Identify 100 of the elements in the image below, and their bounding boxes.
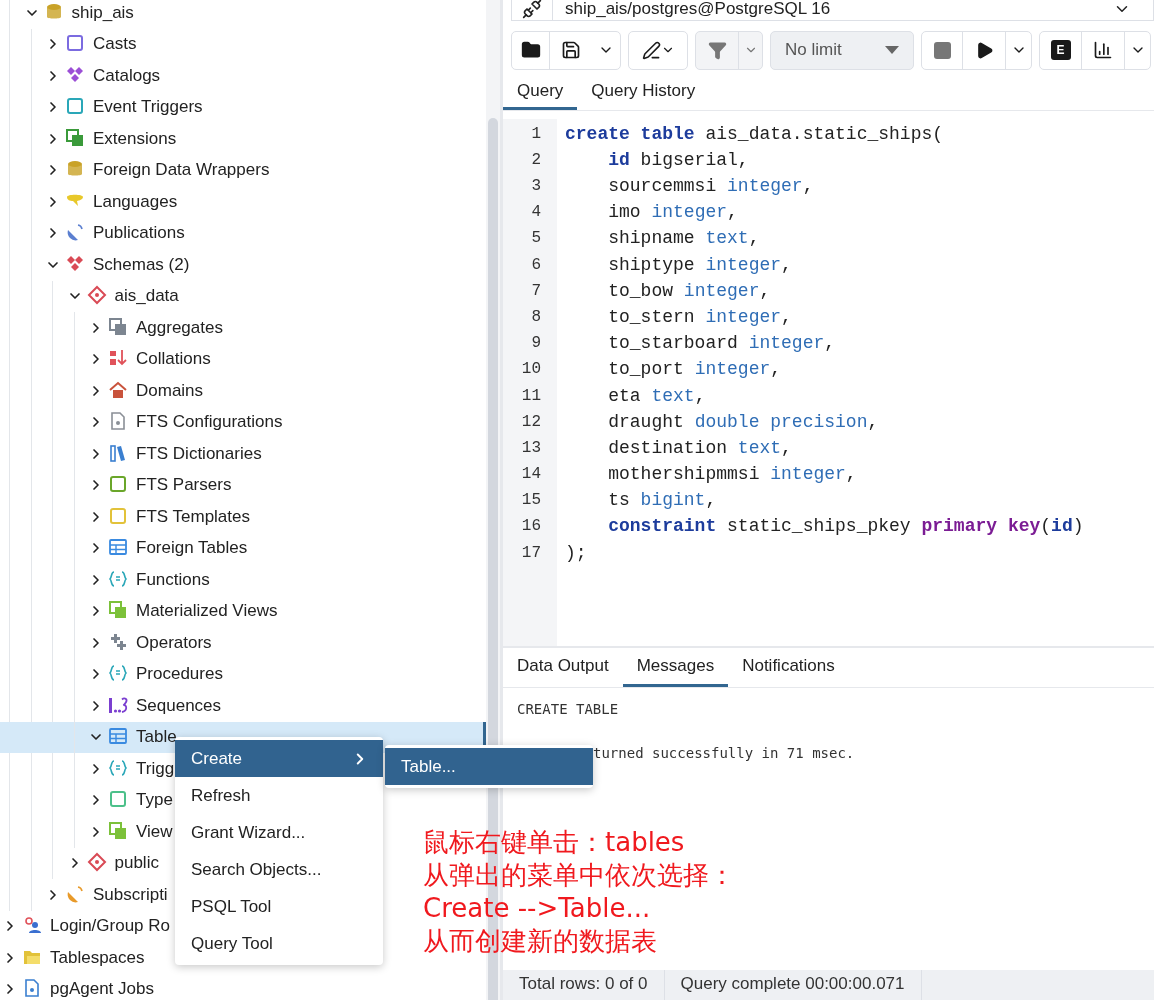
- code-line: shiptype integer,: [607, 253, 793, 277]
- code-line: id bigserial,: [607, 148, 750, 172]
- tree-item[interactable]: FTS Templates: [88, 501, 250, 533]
- tree-item[interactable]: FTS Parsers: [88, 469, 232, 501]
- tree-item[interactable]: Event Triggers: [45, 91, 203, 123]
- explain-button[interactable]: E: [1040, 31, 1081, 70]
- tree-item[interactable]: Languages: [45, 186, 178, 218]
- code-line: to_port integer,: [607, 358, 783, 382]
- annotation-text: 从而创建新的数据表: [423, 925, 658, 958]
- message-text: turned successfully in 71 msec.: [592, 744, 856, 764]
- books-icon: [108, 442, 128, 463]
- code-line: eta text,: [607, 384, 707, 408]
- tree-item[interactable]: Publications: [45, 217, 185, 249]
- tab[interactable]: Messages: [622, 647, 729, 688]
- tree-item[interactable]: FTS Configurations: [88, 406, 283, 438]
- tree-item[interactable]: Catalogs: [45, 60, 161, 92]
- code-line: );: [565, 541, 588, 565]
- tree-item[interactable]: Table: [88, 721, 177, 753]
- diamonds-icon: [65, 253, 85, 274]
- tree-item[interactable]: Domains: [88, 375, 204, 407]
- code-line: destination text,: [607, 436, 793, 460]
- line-number: 12: [520, 411, 542, 433]
- unplugged-icon: [522, 0, 542, 19]
- line-number: 4: [530, 202, 542, 224]
- bar-chart-icon: [1093, 40, 1113, 61]
- square-icon: [108, 789, 128, 810]
- braces-icon: [108, 757, 128, 778]
- diamond-icon: [86, 852, 107, 873]
- code-line: to_stern integer,: [607, 305, 793, 329]
- line-number: 6: [530, 254, 542, 276]
- tree-item[interactable]: Type: [88, 784, 173, 816]
- tree-item[interactable]: View: [88, 816, 173, 848]
- tree-item[interactable]: Extensions: [45, 123, 177, 155]
- tree-item[interactable]: Operators: [88, 627, 212, 659]
- line-number: 7: [530, 280, 542, 302]
- menu-item[interactable]: Grant Wizard...: [175, 814, 383, 851]
- document-icon: [22, 978, 42, 999]
- annotation-text: Create -->Table...: [423, 892, 652, 925]
- users-icon: [22, 915, 42, 936]
- square-icon: [108, 474, 128, 495]
- tree-item[interactable]: Aggregates: [88, 312, 223, 344]
- menu-item[interactable]: PSQL Tool: [175, 888, 383, 925]
- tab[interactable]: Notifications: [728, 647, 849, 688]
- tree-item[interactable]: Subscripti: [45, 879, 168, 911]
- menu-item[interactable]: Create: [175, 740, 383, 777]
- tree-item[interactable]: Sequences: [88, 690, 222, 722]
- house-icon: [108, 379, 128, 400]
- line-number: 5: [530, 228, 542, 250]
- tab[interactable]: Data Output: [503, 647, 623, 688]
- line-number: 3: [530, 176, 542, 197]
- annotation-text: 从弹出的菜单中依次选择：: [423, 859, 735, 892]
- tree-item[interactable]: Tablespaces: [2, 942, 145, 974]
- tree-item[interactable]: public: [66, 847, 159, 879]
- tree-item[interactable]: Functions: [88, 564, 210, 596]
- menu-item[interactable]: Search Objects...: [175, 851, 383, 888]
- table-icon: [108, 726, 128, 747]
- tree-item[interactable]: Foreign Data Wrappers: [45, 154, 270, 186]
- tree-item[interactable]: Schemas (2): [45, 249, 190, 281]
- tree-item[interactable]: Materialized Views: [88, 595, 278, 627]
- row-limit-select[interactable]: No limit: [770, 30, 914, 71]
- tree-item[interactable]: FTS Dictionaries: [88, 438, 262, 470]
- square-icon: [108, 505, 128, 526]
- tree-item[interactable]: Trigg: [88, 753, 175, 785]
- tree-item[interactable]: Collations: [88, 343, 211, 375]
- tree-item[interactable]: Login/Group Ro: [2, 910, 171, 942]
- diamond-icon: [86, 285, 107, 306]
- line-number: 16: [520, 516, 542, 538]
- tree-item[interactable]: Procedures: [88, 658, 223, 690]
- menu-item[interactable]: Refresh: [175, 777, 383, 814]
- annotation-text: 鼠标右键单击：tables: [423, 826, 686, 859]
- stacked-squares-icon: [65, 127, 85, 148]
- stacked-squares-icon: [108, 316, 128, 337]
- folder-icon: [520, 40, 541, 61]
- stacked-squares-icon: [108, 600, 128, 621]
- menu-item[interactable]: Table...: [385, 748, 593, 785]
- tree-item[interactable]: Foreign Tables: [88, 532, 248, 564]
- tree-item[interactable]: ship_ais: [23, 0, 134, 29]
- tree-item[interactable]: ais_data: [66, 280, 179, 312]
- menu-item[interactable]: Query Tool: [175, 925, 383, 962]
- code-line: create table ais_data.static_ships(: [565, 122, 945, 146]
- code-line: imo integer,: [607, 201, 739, 225]
- braces-icon: [108, 568, 128, 589]
- tree-item[interactable]: pgAgent Jobs: [2, 973, 154, 1000]
- connection-select[interactable]: ship_ais/postgres@PostgreSQL 16: [511, 0, 1154, 21]
- caret-icon: [885, 46, 899, 55]
- diamonds-icon: [65, 64, 85, 85]
- tree-item[interactable]: Casts: [45, 28, 137, 60]
- line-number: 17: [520, 542, 542, 564]
- code-line: ts bigint,: [607, 489, 718, 513]
- code-line: mothershipmmsi integer,: [607, 463, 858, 487]
- line-number: 11: [520, 385, 542, 407]
- filter-icon: [707, 40, 727, 60]
- square-icon: [65, 33, 85, 54]
- line-number: 14: [520, 464, 542, 486]
- edit-button[interactable]: [628, 30, 688, 71]
- line-number: 8: [530, 306, 542, 328]
- tab[interactable]: Query: [503, 76, 578, 110]
- tab[interactable]: Query History: [577, 76, 710, 110]
- code-line: to_starboard integer,: [607, 332, 837, 356]
- line-number: 9: [530, 333, 542, 355]
